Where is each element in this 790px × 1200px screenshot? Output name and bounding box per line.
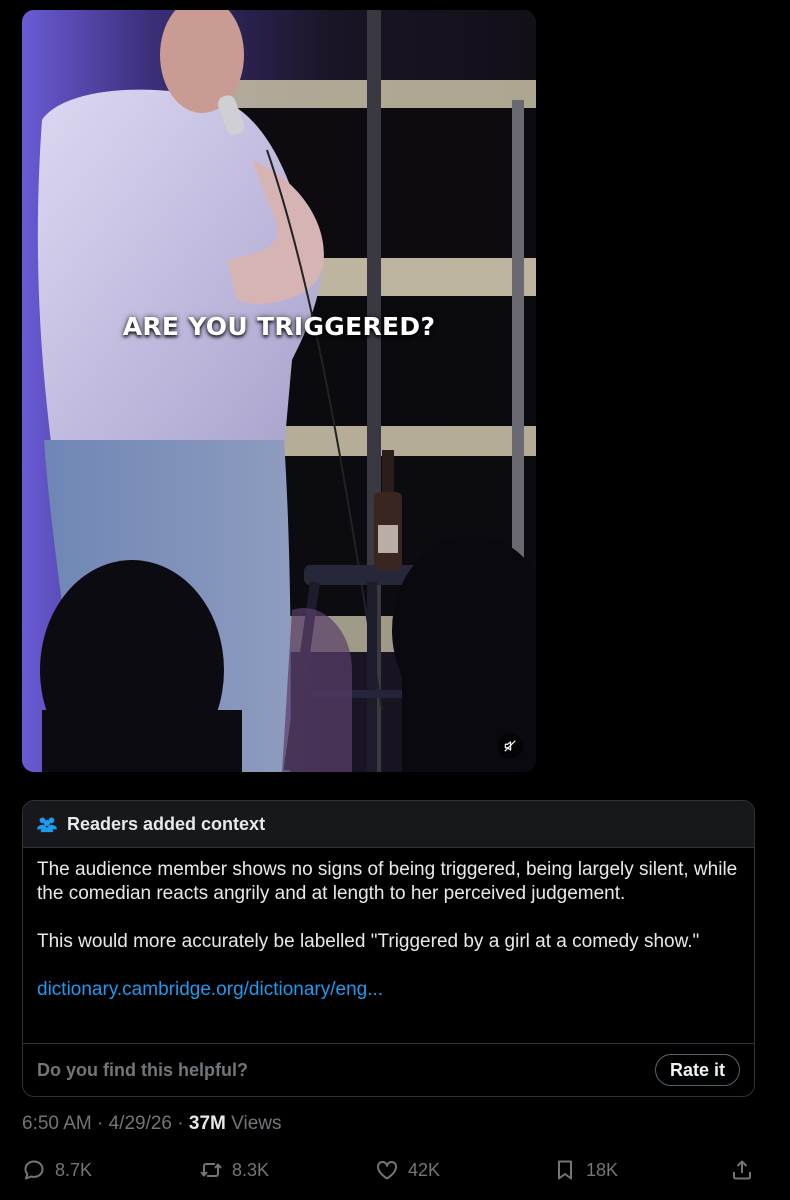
video-frame (22, 10, 536, 772)
action-bar: 8.7K 8.3K 42K 18K (0, 1153, 790, 1187)
like-count: 42K (408, 1159, 441, 1180)
mute-button[interactable] (497, 733, 523, 759)
bookmark-button[interactable]: 18K (553, 1153, 618, 1187)
bookmark-icon (558, 1160, 572, 1180)
reply-icon (24, 1160, 44, 1180)
community-note-header: Readers added context (23, 801, 754, 848)
people-icon (37, 817, 57, 833)
reply-count: 8.7K (55, 1159, 93, 1180)
video-caption: ARE YOU TRIGGERED? (122, 312, 436, 341)
repost-count: 8.3K (232, 1159, 270, 1180)
rate-it-button[interactable]: Rate it (654, 1054, 740, 1086)
helpful-question: Do you find this helpful? (37, 1059, 248, 1080)
repost-icon (200, 1163, 222, 1177)
note-paragraph-1: The audience member shows no signs of be… (37, 859, 738, 904)
views-label: Views (225, 1113, 282, 1134)
meta-separator: · (172, 1113, 189, 1134)
share-button[interactable] (730, 1153, 754, 1187)
share-icon (733, 1160, 751, 1180)
heart-icon (377, 1160, 397, 1180)
community-note-footer: Do you find this helpful? Rate it (23, 1043, 754, 1096)
speaker-muted-icon (504, 740, 516, 752)
community-note-body: The audience member shows no signs of be… (23, 848, 754, 1002)
meta-separator: · (91, 1113, 109, 1134)
note-paragraph-2: This would more accurately be labelled "… (37, 931, 700, 952)
video-player[interactable]: ARE YOU TRIGGERED? (22, 10, 536, 772)
note-source-link[interactable]: dictionary.cambridge.org/dictionary/eng.… (37, 979, 383, 1000)
post-date[interactable]: 4/29/26 (109, 1113, 172, 1134)
post-time[interactable]: 6:50 AM (22, 1113, 92, 1134)
community-note-title: Readers added context (67, 813, 266, 834)
views-count: 37M (188, 1113, 226, 1134)
repost-button[interactable]: 8.3K (199, 1153, 269, 1187)
bookmark-count: 18K (586, 1159, 619, 1180)
post-meta: 6:50 AM · 4/29/26 · 37M Views (22, 1113, 282, 1135)
like-button[interactable]: 42K (375, 1153, 440, 1187)
reply-button[interactable]: 8.7K (22, 1153, 92, 1187)
community-note: Readers added context The audience membe… (22, 800, 755, 1097)
